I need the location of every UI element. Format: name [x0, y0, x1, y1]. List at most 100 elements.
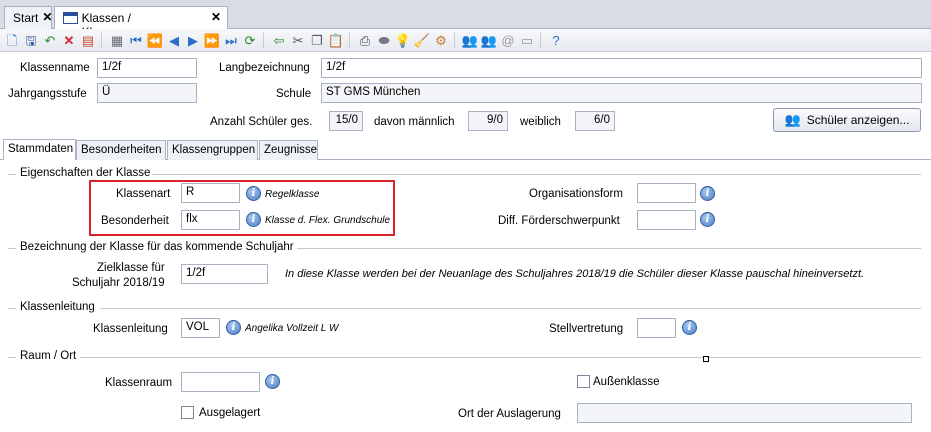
- copy-icon[interactable]: ❐: [308, 31, 326, 49]
- students-icon: 👥: [784, 112, 801, 127]
- maennlich-label: davon männlich: [374, 116, 455, 128]
- foerderschwerpunkt-label: Diff. Förderschwerpunkt: [498, 215, 620, 227]
- save-icon[interactable]: 🖫: [22, 31, 40, 49]
- eigenschaften-section-title: Eigenschaften der Klasse: [20, 167, 151, 179]
- info-icon[interactable]: i: [265, 374, 280, 389]
- info-icon[interactable]: i: [682, 320, 697, 335]
- ausgelagert-label: Ausgelagert: [199, 407, 261, 419]
- tab-besonderheiten[interactable]: Besonderheiten: [76, 140, 166, 160]
- klassenleitung-input[interactable]: VOL: [181, 318, 220, 338]
- print-icon[interactable]: ⎙: [356, 31, 374, 49]
- toolbar-separator: [349, 32, 355, 48]
- list-icon[interactable]: ▦: [108, 31, 126, 49]
- langbezeichnung-input[interactable]: 1/2f: [321, 58, 922, 78]
- delete-record-icon[interactable]: ▤: [79, 31, 97, 49]
- section-divider: [100, 308, 921, 309]
- klassenleitung-section-title: Klassenleitung: [20, 301, 95, 313]
- refresh-icon[interactable]: ⟳: [241, 31, 259, 49]
- aussenklasse-checkbox[interactable]: [577, 375, 590, 388]
- user-group-icon[interactable]: 👥: [480, 31, 498, 49]
- paste-icon[interactable]: 📋: [327, 31, 345, 49]
- tab-klassen[interactable]: Klassen / Klassengruppen ✕: [54, 6, 228, 39]
- section-divider: [80, 357, 921, 358]
- weiblich-field: 6/0: [575, 111, 615, 131]
- zielklasse-label-1: Zielklasse für: [97, 262, 165, 274]
- ort-auslagerung-field: [577, 403, 912, 423]
- highlight-box: [89, 180, 395, 236]
- anzahl-label: Anzahl Schüler ges.: [210, 116, 313, 128]
- undo-icon[interactable]: ↶: [41, 31, 59, 49]
- zielklasse-note: In diese Klasse werden bei der Neuanlage…: [285, 268, 865, 280]
- section-divider: [8, 308, 16, 309]
- ort-auslagerung-label: Ort der Auslagerung: [458, 408, 561, 420]
- langbezeichnung-label: Langbezeichnung: [219, 62, 310, 74]
- first-record-icon[interactable]: ⏮: [127, 31, 145, 49]
- tab-zeugnisse[interactable]: Zeugnisse: [259, 140, 318, 160]
- class-header: Klassenname 1/2f Langbezeichnung 1/2f Ja…: [0, 52, 931, 138]
- form-tabs: Stammdaten Besonderheiten Klassengruppen…: [0, 138, 931, 160]
- ausgelagert-checkbox[interactable]: [181, 406, 194, 419]
- last-record-icon[interactable]: ⏭: [222, 31, 240, 49]
- klassenname-label: Klassenname: [20, 62, 90, 74]
- tab-stammdaten[interactable]: Stammdaten: [3, 139, 76, 160]
- next-record-icon[interactable]: ▶: [184, 31, 202, 49]
- klassenraum-label: Klassenraum: [105, 377, 173, 389]
- close-icon[interactable]: ✕: [211, 11, 221, 23]
- table-icon: [63, 12, 78, 24]
- foerderschwerpunkt-input[interactable]: [637, 210, 696, 230]
- maennlich-field: 9/0: [468, 111, 508, 131]
- anzahl-field: 15/0: [329, 111, 363, 131]
- help-icon[interactable]: ?: [547, 31, 565, 49]
- users-icon[interactable]: 👥: [461, 31, 479, 49]
- klassenleitung-label: Klassenleitung: [93, 323, 168, 335]
- section-divider: [152, 174, 921, 175]
- stellvertretung-input[interactable]: [637, 318, 676, 338]
- stellvertretung-label: Stellvertretung: [549, 323, 624, 335]
- resize-handle[interactable]: [703, 356, 709, 362]
- aussenklasse-label: Außenklasse: [593, 376, 660, 388]
- toolbar: 🗋 🖫 ↶ ✕ ▤ ▦ ⏮ ⏪ ◀ ▶ ⏩ ⏭ ⟳ ⇦ ✂ ❐ 📋 ⎙ ⬬ 💡 …: [0, 29, 931, 52]
- comment-icon[interactable]: ▭: [518, 31, 536, 49]
- delete-icon[interactable]: ✕: [60, 31, 78, 49]
- lightbulb-icon[interactable]: 💡: [394, 31, 412, 49]
- toolbar-separator: [101, 32, 107, 48]
- arrow-left-icon[interactable]: ⇦: [270, 31, 288, 49]
- tab-start-label: Start: [13, 11, 39, 25]
- klassenraum-input[interactable]: [181, 372, 260, 392]
- database-icon[interactable]: ⬬: [375, 31, 393, 49]
- zielklasse-input[interactable]: 1/2f: [181, 264, 268, 284]
- info-icon[interactable]: i: [700, 212, 715, 227]
- new-icon[interactable]: 🗋: [3, 31, 21, 49]
- jahrgangsstufe-field: Ü: [97, 83, 197, 103]
- info-icon[interactable]: i: [700, 186, 715, 201]
- broom-icon[interactable]: 🧹: [413, 31, 431, 49]
- show-students-button[interactable]: 👥 Schüler anzeigen...: [773, 108, 921, 132]
- cut-icon[interactable]: ✂: [289, 31, 307, 49]
- zielklasse-label-2: Schuljahr 2018/19: [72, 277, 165, 289]
- section-divider: [8, 248, 16, 249]
- show-students-label: Schüler anzeigen...: [806, 113, 910, 127]
- schule-field: ST GMS München: [321, 83, 922, 103]
- section-divider: [8, 357, 16, 358]
- klassenleitung-hint: Angelika Vollzeit L W: [245, 323, 339, 334]
- wizard-icon[interactable]: ⚙: [432, 31, 450, 49]
- info-icon[interactable]: i: [226, 320, 241, 335]
- document-tabbar: Start ✕ Klassen / Klassengruppen ✕: [0, 0, 931, 39]
- section-divider: [297, 248, 921, 249]
- jahrgangsstufe-label: Jahrgangsstufe: [8, 88, 87, 100]
- tab-klassengruppen[interactable]: Klassengruppen: [167, 140, 258, 160]
- at-sign-icon[interactable]: @: [499, 31, 517, 49]
- previous-page-icon[interactable]: ⏪: [146, 31, 164, 49]
- previous-record-icon[interactable]: ◀: [165, 31, 183, 49]
- close-icon[interactable]: ✕: [42, 11, 52, 23]
- tab-start[interactable]: Start ✕: [4, 6, 52, 29]
- organisationsform-label: Organisationsform: [529, 188, 623, 200]
- organisationsform-input[interactable]: [637, 183, 696, 203]
- section-divider: [8, 174, 16, 175]
- toolbar-separator: [540, 32, 546, 48]
- toolbar-separator: [263, 32, 269, 48]
- raum-section-title: Raum / Ort: [20, 350, 77, 362]
- klassenname-input[interactable]: 1/2f: [97, 58, 197, 78]
- weiblich-label: weiblich: [520, 116, 561, 128]
- next-page-icon[interactable]: ⏩: [203, 31, 221, 49]
